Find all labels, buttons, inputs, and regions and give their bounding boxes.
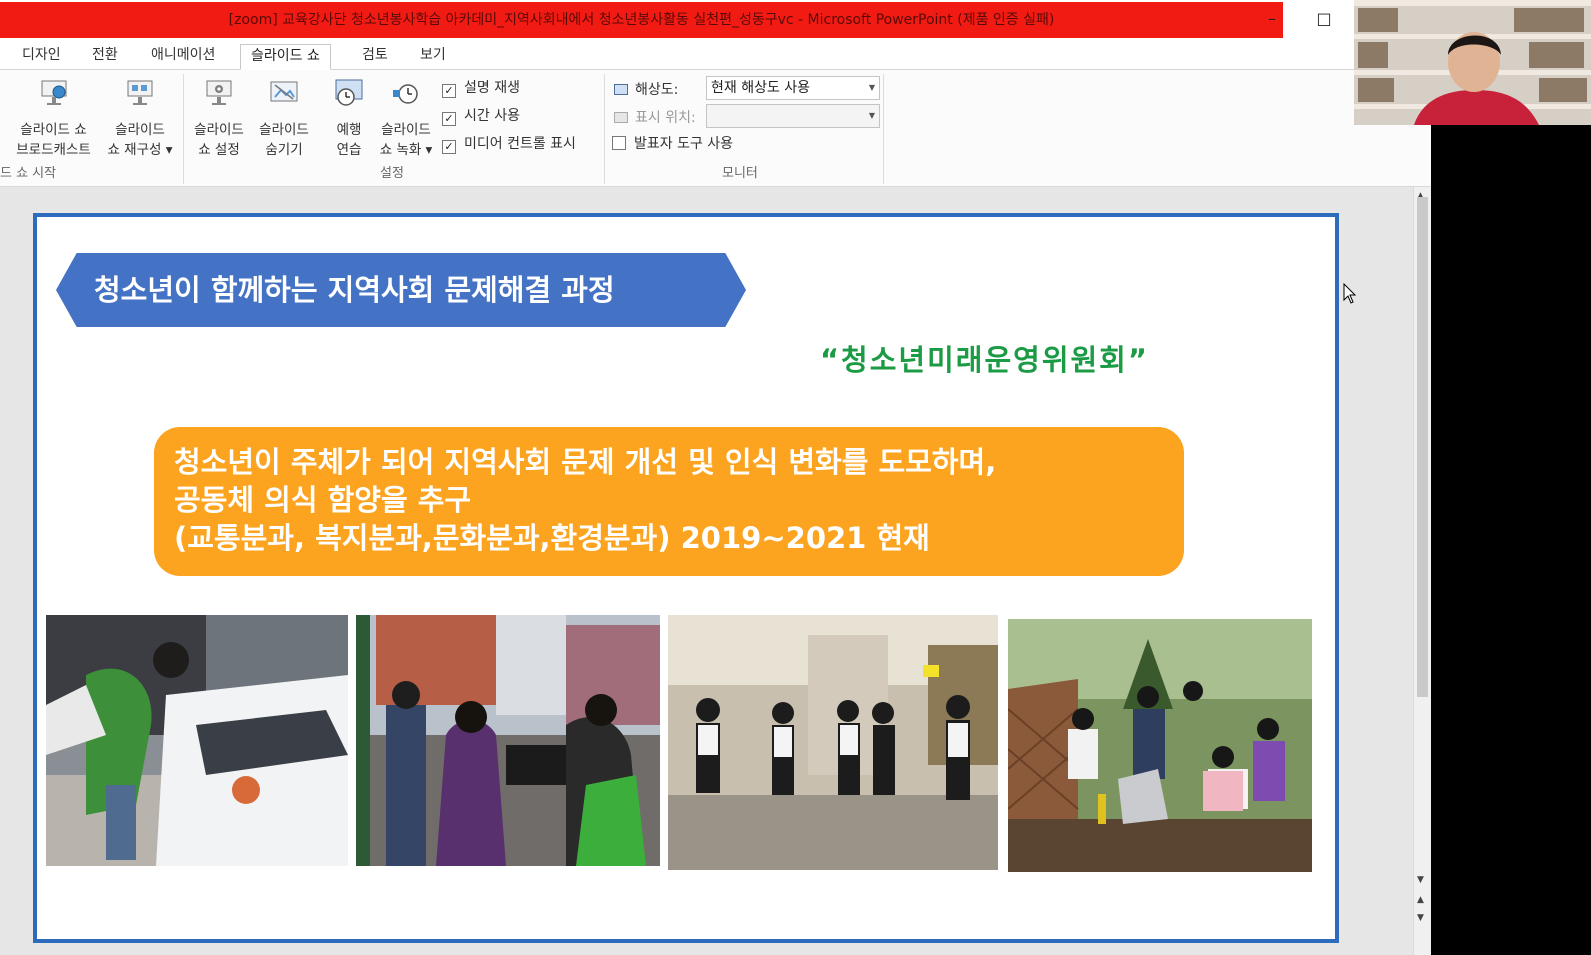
slide[interactable]: 청소년이 함께하는 지역사회 문제해결 과정 “청소년미래운영위원회” 청소년이… [40,220,1332,936]
description-box: 청소년이 주체가 되어 지역사회 문제 개선 및 인식 변화를 도모하며, 공동… [154,427,1184,576]
tab-transitions[interactable]: 전환 [82,44,128,70]
chevron-down-icon: ▼ [868,111,875,120]
tab-slide-show[interactable]: 슬라이드 쇼 [240,44,331,70]
checkbox-box[interactable]: ✓ [442,112,456,126]
broadcast-label-2: 브로드캐스트 [16,142,91,158]
maximize-button[interactable]: □ [1304,4,1344,34]
checkbox-box[interactable]: ✓ [442,140,456,154]
vertical-scrollbar[interactable]: ▲ ▼ ▲ ▼ [1413,187,1431,955]
use-timings-checkbox[interactable]: ✓ 시간 사용 [442,106,520,126]
title-bar: [zoom] 교육강사단 청소년봉사학습 아카데미_지역사회내에서 청소년봉사활… [0,0,1431,38]
group-label-setup: 설정 [380,166,404,181]
hide-label-1: 슬라이드 [259,122,309,138]
show-on-dropdown[interactable]: ▼ [706,104,880,128]
custom-slide-show-button[interactable]: 슬라이드 쇼 재구성 ▾ [100,78,180,160]
group-separator [183,74,184,184]
group-separator [604,74,605,184]
description-line-1: 청소년이 주체가 되어 지역사회 문제 개선 및 인식 변화를 도모하며, [174,445,997,479]
custom-show-label-2: 쇼 재구성 ▾ [107,142,173,158]
title-banner: 청소년이 함께하는 지역사회 문제해결 과정 [56,253,746,327]
use-presenter-view-label: 발표자 도구 사용 [634,136,734,152]
photo-welfare-campaign [356,615,660,866]
record-label-2: 쇼 녹화 ▾ [379,142,433,158]
webcam-video-thumbnail [1354,0,1591,125]
play-narrations-label: 설명 재생 [464,80,520,96]
scrollbar-thumb[interactable] [1417,197,1428,697]
checkbox-box[interactable] [612,136,626,150]
monitor-icon [614,84,628,95]
broadcast-icon [41,80,66,105]
show-media-controls-checkbox[interactable]: ✓ 미디어 컨트롤 표시 [442,134,576,154]
use-timings-label: 시간 사용 [464,108,520,124]
window-title: [zoom] 교육강사단 청소년봉사학습 아카데미_지역사회내에서 청소년봉사활… [0,2,1283,38]
tab-review[interactable]: 검토 [352,44,398,70]
tab-view[interactable]: 보기 [410,44,456,70]
photo-traffic-campaign [46,615,348,866]
custom-show-icon [127,80,153,105]
hide-slide-button[interactable]: 슬라이드 숨기기 [252,78,316,160]
show-media-controls-label: 미디어 컨트롤 표시 [464,136,576,152]
resolution-dropdown[interactable]: 현재 해상도 사용 ▼ [706,76,880,100]
resolution-label-text: 해상도: [635,82,679,98]
scroll-down-icon[interactable]: ▼ [1417,875,1424,885]
show-on-monitor-icon [614,112,628,123]
chevron-down-icon: ▼ [868,83,875,92]
rehearse-label-2: 연습 [336,142,362,158]
group-label-monitor: 모니터 [722,166,758,181]
use-presenter-view-checkbox[interactable]: 발표자 도구 사용 [612,134,733,154]
tab-animations[interactable]: 애니메이션 [141,44,225,70]
photo-environment-cleanup [1008,619,1312,872]
play-narrations-checkbox[interactable]: ✓ 설명 재생 [442,78,520,98]
ribbon: 슬라이드 쇼 브로드캐스트 슬라이드 쇼 재구성 ▾ 슬라이드 쇼 설정 슬라이… [0,70,1431,187]
resolution-value: 현재 해상도 사용 [711,80,811,96]
record-slide-show-icon [393,84,418,104]
mouse-pointer-icon [1343,283,1357,304]
setup-label-2: 쇼 설정 [198,142,240,158]
description-line-2: 공동체 의식 함양을 추구 [174,483,472,517]
rehearse-timings-button[interactable]: 예행 연습 [326,78,372,160]
minimize-button[interactable]: – [1252,4,1292,34]
broadcast-label-1: 슬라이드 쇼 [20,122,87,138]
custom-show-label-1: 슬라이드 [115,122,165,138]
hide-label-2: 숨기기 [265,142,303,158]
tab-design[interactable]: 디자인 [12,44,71,70]
group-separator [883,74,884,184]
record-slide-show-button[interactable]: 슬라이드 쇼 녹화 ▾ [372,78,440,160]
slide-show-setup-icon [206,80,232,105]
ribbon-tabs: 디자인 전환 애니메이션 슬라이드 쇼 검토 보기 [0,40,1431,70]
resolution-label: 해상도: [614,79,678,99]
record-label-1: 슬라이드 [381,122,431,138]
show-on-label: 표시 위치: [614,107,696,127]
previous-slide-icon[interactable]: ▲ [1417,895,1424,905]
checkbox-box[interactable]: ✓ [442,84,456,98]
next-slide-icon[interactable]: ▼ [1417,913,1424,923]
description-line-3: (교통분과, 복지분과,문화분과,환경분과) 2019~2021 현재 [174,521,930,555]
rehearse-label-1: 예행 [336,122,362,138]
powerpoint-window: [zoom] 교육강사단 청소년봉사학습 아카데미_지역사회내에서 청소년봉사활… [0,0,1431,955]
setup-label-1: 슬라이드 [194,122,244,138]
photo-culture-activity [668,615,998,870]
show-on-label-text: 표시 위치: [635,110,696,126]
set-up-slide-show-button[interactable]: 슬라이드 쇼 설정 [188,78,250,160]
rehearse-timings-icon [335,79,363,106]
slide-frame: 청소년이 함께하는 지역사회 문제해결 과정 “청소년미래운영위원회” 청소년이… [33,213,1339,943]
slide-title: 청소년이 함께하는 지역사회 문제해결 과정 [94,273,615,307]
broadcast-slide-show-button[interactable]: 슬라이드 쇼 브로드캐스트 [6,78,101,160]
group-label-start: 드 쇼 시작 [0,166,57,181]
committee-name: “청소년미래운영위원회” [820,343,1149,377]
hide-slide-icon [270,81,298,102]
